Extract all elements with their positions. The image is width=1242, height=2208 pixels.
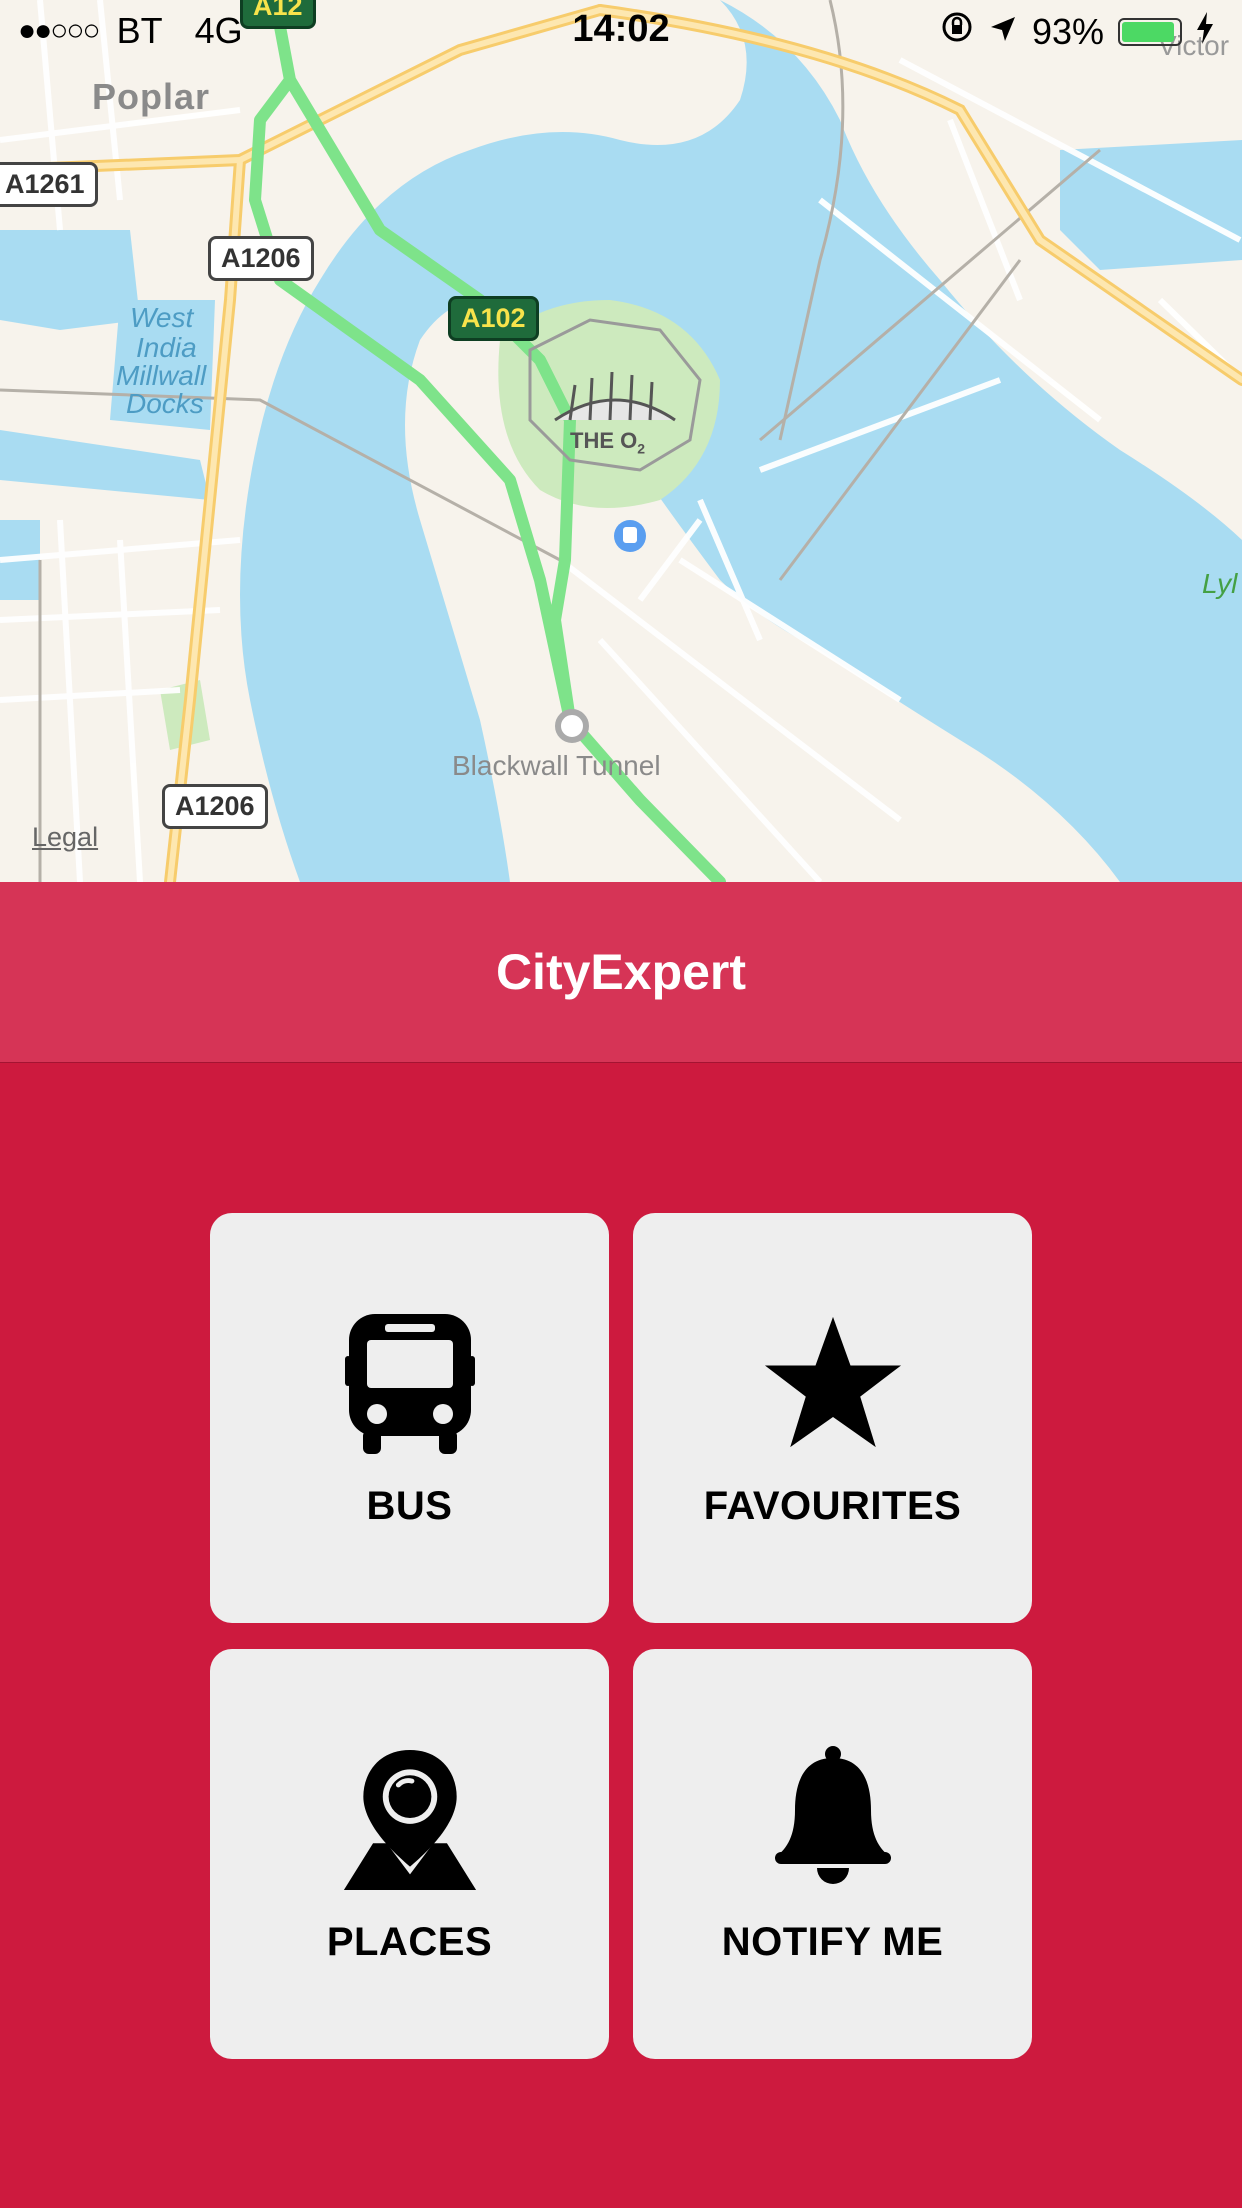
road-label-a102: A102 [448, 296, 539, 341]
menu-grid: BUS FAVOURITES PLACES NOTIFY ME [210, 1213, 1032, 2059]
map-view[interactable]: Poplar West India Millwall Docks THE O2 … [0, 0, 1242, 882]
road-label-a1206-south: A1206 [162, 784, 268, 829]
bus-icon [340, 1308, 480, 1458]
favourites-label: FAVOURITES [703, 1483, 962, 1528]
places-label: PLACES [326, 1919, 493, 1964]
map-label-the-o2: THE O2 [570, 428, 646, 457]
map-pin-icon [340, 1744, 480, 1894]
map-label-poplar: Poplar [92, 76, 211, 117]
bus-button[interactable]: BUS [210, 1213, 609, 1623]
notify-me-label: NOTIFY ME [721, 1919, 944, 1964]
status-bar: ●●○○○ BT 4G 14:02 93% [0, 0, 1242, 62]
road-label-a1206: A1206 [208, 236, 314, 281]
favourites-button[interactable]: FAVOURITES [633, 1213, 1032, 1623]
location-arrow-icon [988, 11, 1018, 53]
map-label-docks: Docks [126, 388, 204, 419]
battery-percent: 93% [1031, 10, 1104, 52]
map-label-lyle: Lyl [1202, 568, 1238, 599]
app-title: CityExpert [495, 944, 747, 1000]
map-label-blackwall-tunnel: Blackwall Tunnel [452, 750, 661, 781]
map-label-west: West [130, 302, 194, 333]
star-icon [763, 1308, 903, 1458]
legal-link[interactable]: Legal [32, 822, 98, 853]
app-header: CityExpert [0, 882, 1242, 1063]
bus-label: BUS [366, 1483, 453, 1528]
bell-icon [763, 1744, 903, 1894]
notify-me-button[interactable]: NOTIFY ME [633, 1649, 1032, 2059]
orientation-lock-icon [940, 10, 974, 53]
charging-bolt-icon [1196, 11, 1214, 53]
places-button[interactable]: PLACES [210, 1649, 609, 2059]
road-label-a1261: A1261 [0, 162, 98, 207]
battery-icon [1118, 17, 1182, 46]
